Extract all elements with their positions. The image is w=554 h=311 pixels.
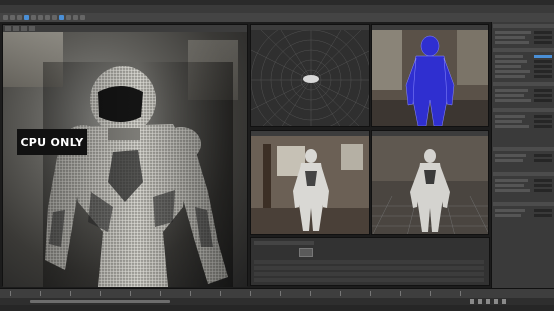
play-icon[interactable] bbox=[21, 26, 27, 31]
attribute-field[interactable] bbox=[534, 65, 552, 68]
menu-bar[interactable] bbox=[0, 5, 554, 13]
shelf-tool-icon[interactable] bbox=[38, 15, 43, 20]
attribute-row bbox=[495, 65, 521, 68]
attribute-row bbox=[495, 209, 525, 212]
attribute-field[interactable] bbox=[534, 154, 552, 157]
attribute-row bbox=[495, 154, 526, 157]
attribute-row bbox=[495, 94, 524, 97]
attribute-field[interactable] bbox=[534, 189, 552, 192]
render-view-toolbar[interactable] bbox=[3, 25, 247, 32]
attribute-row bbox=[495, 99, 531, 102]
textured-figure-scene bbox=[251, 136, 369, 234]
attribute-row bbox=[495, 41, 529, 44]
shelf-tool-icon[interactable] bbox=[31, 15, 36, 20]
attribute-field[interactable] bbox=[534, 89, 552, 92]
playback-next-icon[interactable] bbox=[494, 299, 498, 304]
attribute-section-header[interactable] bbox=[493, 48, 554, 52]
node-editor-row[interactable] bbox=[254, 241, 314, 245]
playback-start-icon[interactable] bbox=[470, 299, 474, 304]
attribute-row bbox=[495, 31, 531, 34]
attribute-row bbox=[495, 89, 528, 92]
cpu-only-label: CPU ONLY bbox=[17, 129, 87, 155]
attribute-row bbox=[495, 184, 524, 187]
viewport-textured-right[interactable] bbox=[371, 130, 489, 235]
attribute-section-header[interactable] bbox=[493, 82, 554, 86]
node-editor-row[interactable] bbox=[254, 266, 484, 270]
render-image bbox=[3, 32, 247, 287]
status-bar bbox=[0, 305, 554, 311]
attribute-field[interactable] bbox=[534, 99, 552, 102]
viewport-perspective-top[interactable] bbox=[250, 24, 370, 127]
shelf-tool-icon[interactable] bbox=[24, 15, 29, 20]
shelf-tool-icon[interactable] bbox=[66, 15, 71, 20]
attribute-field[interactable] bbox=[534, 214, 552, 217]
play-icon[interactable] bbox=[486, 299, 490, 304]
shelf-tool-icon[interactable] bbox=[52, 15, 57, 20]
attribute-row bbox=[495, 125, 529, 128]
attribute-field[interactable] bbox=[534, 75, 552, 78]
attribute-field[interactable] bbox=[534, 36, 552, 39]
shelf-tool-icon[interactable] bbox=[10, 15, 15, 20]
wireframe-grid bbox=[251, 30, 369, 126]
time-slider[interactable] bbox=[0, 288, 554, 298]
range-slider[interactable] bbox=[0, 298, 554, 305]
stop-icon[interactable] bbox=[29, 26, 35, 31]
shelf-tool-icon[interactable] bbox=[80, 15, 85, 20]
playback-prev-icon[interactable] bbox=[478, 299, 482, 304]
attribute-field[interactable] bbox=[534, 60, 552, 63]
attribute-row bbox=[495, 115, 525, 118]
attribute-row bbox=[495, 55, 523, 58]
wireframe-figure-scene bbox=[372, 30, 488, 126]
attribute-editor-panel[interactable] bbox=[491, 22, 554, 288]
attribute-field[interactable] bbox=[534, 125, 552, 128]
viewport-textured-left[interactable] bbox=[250, 130, 370, 235]
attribute-row bbox=[495, 214, 521, 217]
figure-grid-scene bbox=[372, 136, 488, 234]
shelf-tool-icon[interactable] bbox=[3, 15, 8, 20]
node-editor-panel[interactable] bbox=[250, 237, 490, 286]
attribute-field[interactable] bbox=[534, 179, 552, 182]
shader-node[interactable] bbox=[299, 248, 313, 257]
attribute-row bbox=[495, 75, 525, 78]
attribute-section-header[interactable] bbox=[493, 147, 554, 151]
shelf-tool-icon[interactable] bbox=[17, 15, 22, 20]
node-editor-row[interactable] bbox=[254, 278, 484, 282]
node-editor-row[interactable] bbox=[254, 260, 484, 264]
attribute-row bbox=[495, 159, 523, 162]
attribute-field[interactable] bbox=[534, 120, 552, 123]
attribute-field[interactable] bbox=[534, 159, 552, 162]
attribute-row bbox=[495, 120, 522, 123]
shelf-tool-icon[interactable] bbox=[73, 15, 78, 20]
attribute-field[interactable] bbox=[534, 94, 552, 97]
attribute-row bbox=[495, 189, 530, 192]
attribute-section-header[interactable] bbox=[493, 108, 554, 112]
attribute-row bbox=[495, 60, 527, 63]
armored-figure-render bbox=[43, 62, 233, 287]
attribute-row bbox=[495, 70, 530, 73]
render-settings-icon[interactable] bbox=[5, 26, 11, 31]
attribute-field[interactable] bbox=[534, 184, 552, 187]
tool-shelf[interactable] bbox=[0, 13, 554, 22]
attribute-section-header[interactable] bbox=[493, 172, 554, 176]
shelf-tool-icon[interactable] bbox=[59, 15, 64, 20]
attribute-section-header[interactable] bbox=[493, 202, 554, 206]
attribute-field[interactable] bbox=[534, 41, 552, 44]
attribute-section-header[interactable] bbox=[493, 24, 554, 28]
attribute-row bbox=[495, 36, 525, 39]
playback-end-icon[interactable] bbox=[502, 299, 506, 304]
range-slider-handle[interactable] bbox=[30, 300, 170, 303]
attribute-field[interactable] bbox=[534, 115, 552, 118]
attribute-field[interactable] bbox=[534, 70, 552, 73]
snapshot-icon[interactable] bbox=[13, 26, 19, 31]
node-editor-row[interactable] bbox=[254, 272, 484, 276]
attribute-row bbox=[495, 179, 528, 182]
attribute-field[interactable] bbox=[534, 55, 552, 58]
render-view-panel: CPU ONLY bbox=[2, 24, 248, 287]
viewport-wireframe[interactable] bbox=[371, 24, 489, 127]
shelf-tool-icon[interactable] bbox=[45, 15, 50, 20]
attribute-field[interactable] bbox=[534, 31, 552, 34]
attribute-field[interactable] bbox=[534, 209, 552, 212]
